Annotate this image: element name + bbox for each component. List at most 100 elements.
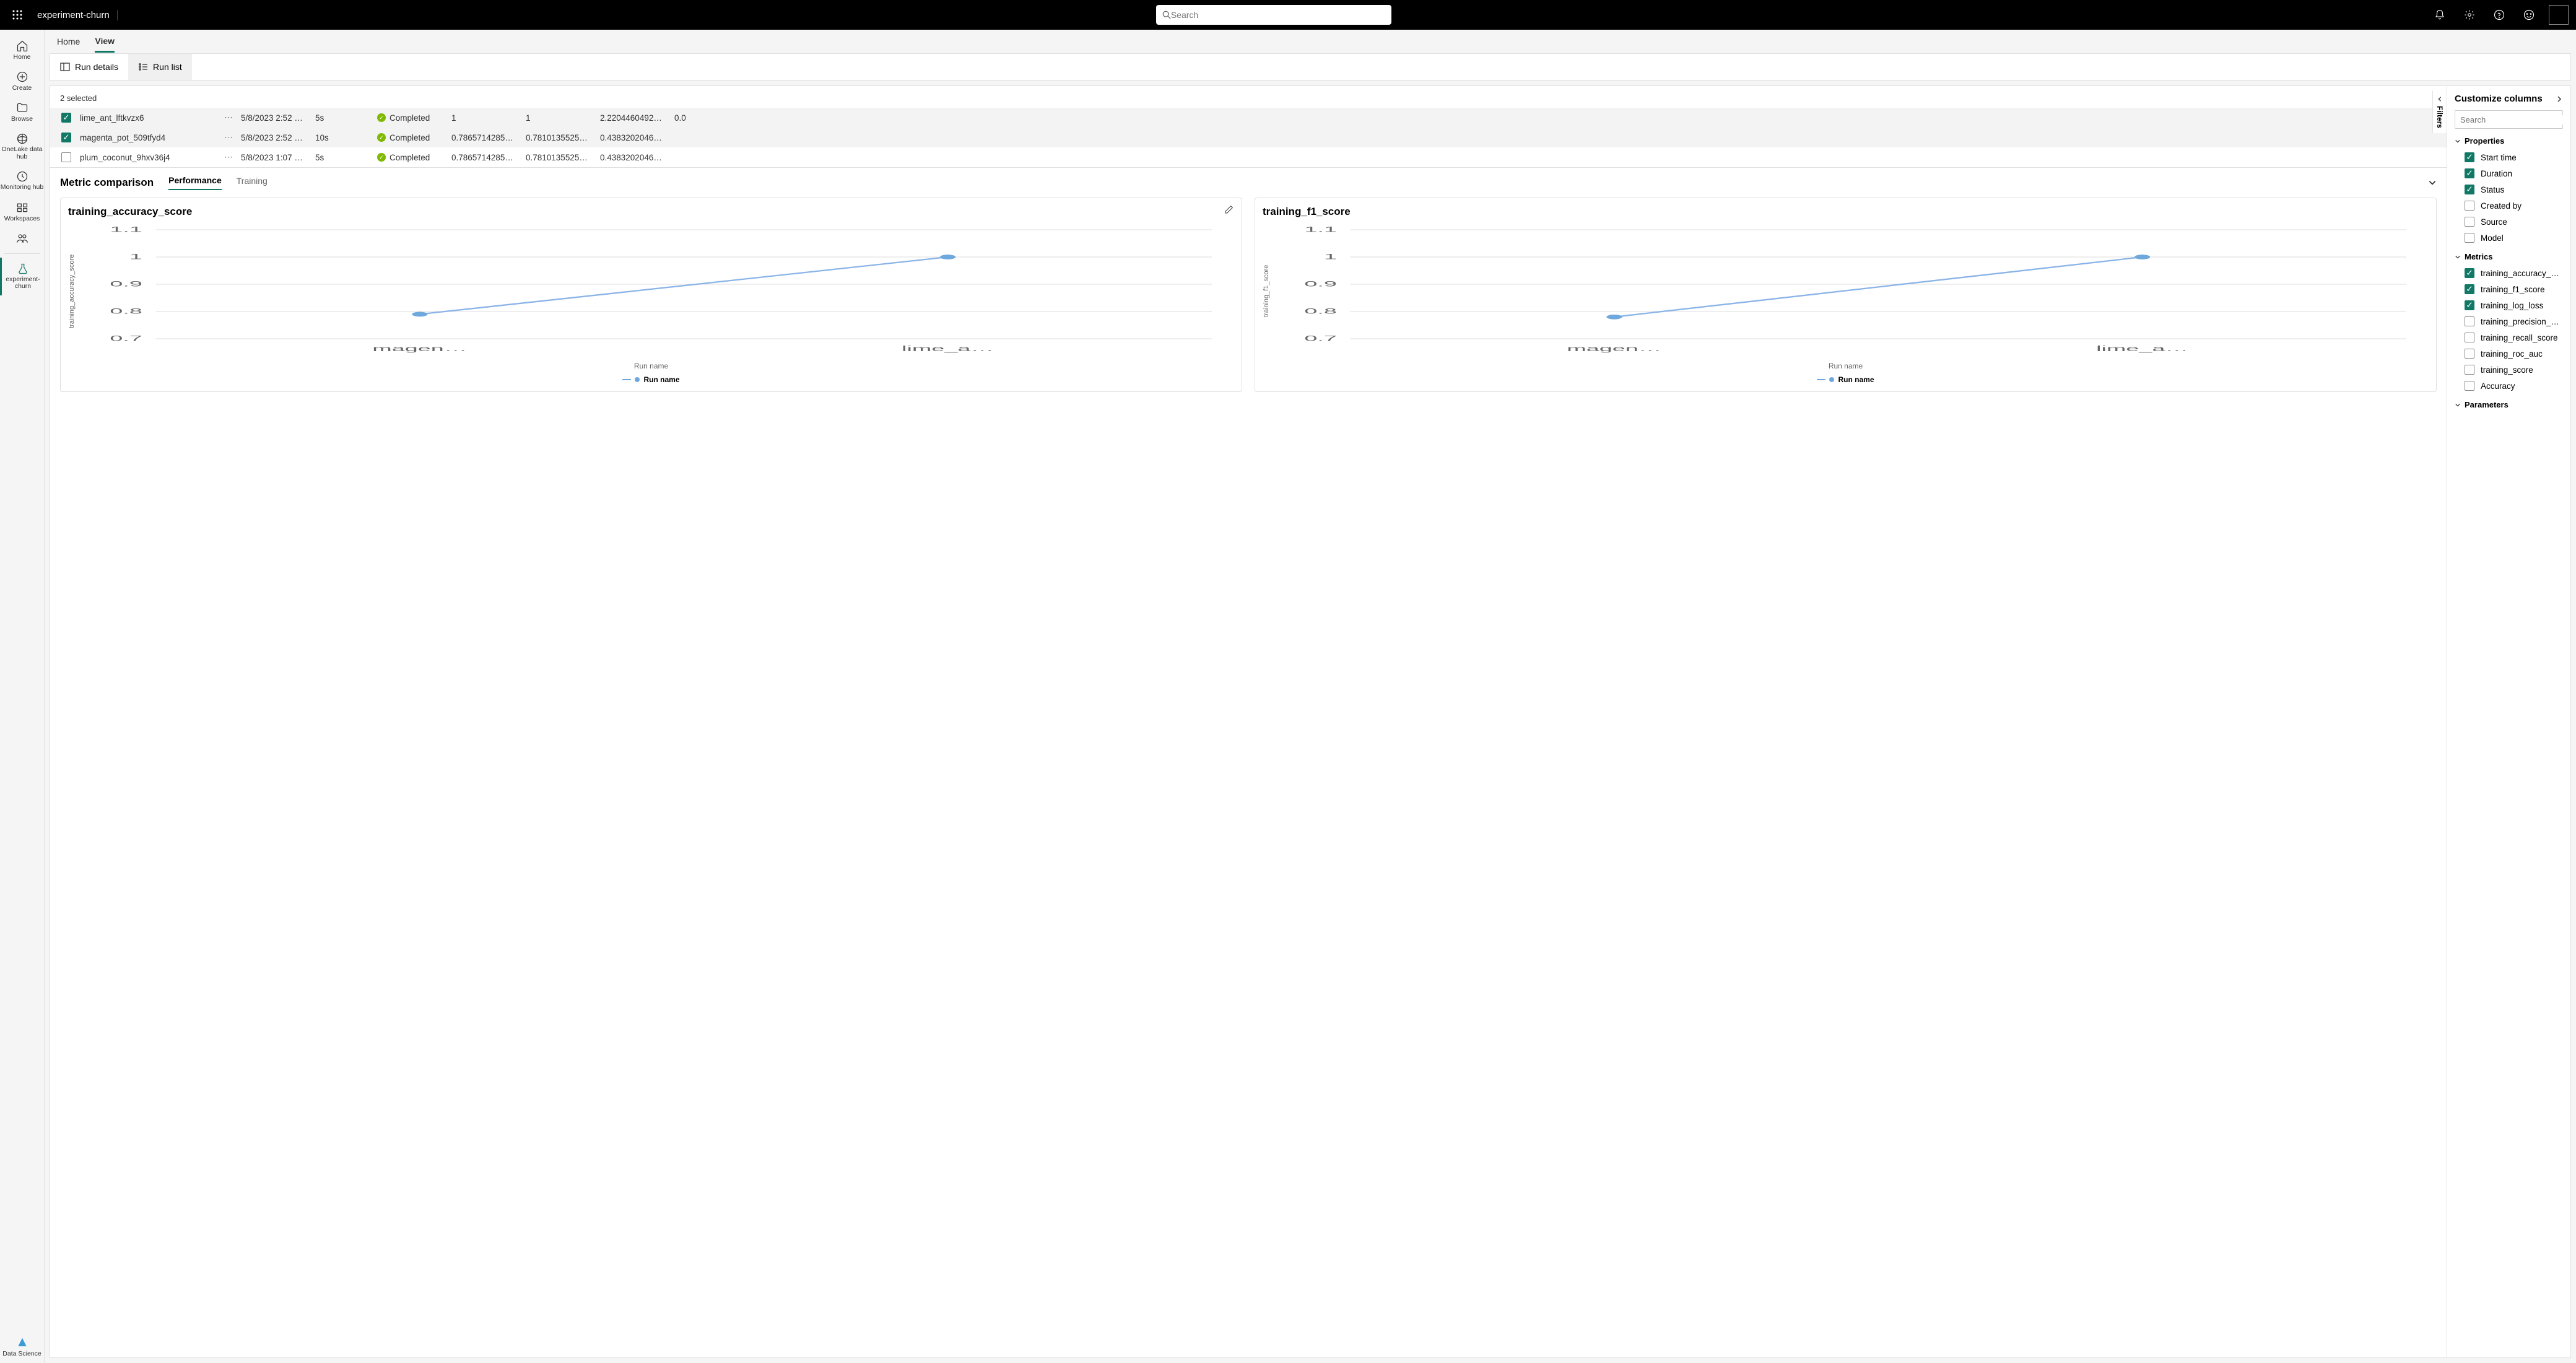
row-checkbox[interactable]: ✓ bbox=[61, 133, 71, 142]
option-checkbox[interactable] bbox=[2465, 233, 2474, 243]
column-group-header[interactable]: Properties bbox=[2455, 136, 2563, 146]
run-metric-2: 0.7810135525… bbox=[526, 153, 600, 162]
nav-data-science[interactable]: Data Science bbox=[0, 1332, 44, 1363]
metric-comparison-title: Metric comparison bbox=[60, 176, 154, 189]
notifications-icon[interactable] bbox=[2430, 5, 2450, 25]
column-option[interactable]: Model bbox=[2455, 230, 2563, 246]
column-option[interactable]: ✓Status bbox=[2455, 181, 2563, 198]
column-option[interactable]: training_score bbox=[2455, 362, 2563, 378]
column-option[interactable]: ✓training_log_loss bbox=[2455, 297, 2563, 313]
subtab-performance[interactable]: Performance bbox=[168, 175, 222, 190]
nav-monitoring[interactable]: Monitoring hub bbox=[0, 165, 44, 196]
nav-people[interactable] bbox=[0, 227, 44, 250]
row-checkbox[interactable] bbox=[61, 152, 71, 162]
option-checkbox[interactable] bbox=[2465, 365, 2474, 375]
option-checkbox[interactable] bbox=[2465, 349, 2474, 359]
column-option[interactable]: Created by bbox=[2455, 198, 2563, 214]
column-group-header[interactable]: Metrics bbox=[2455, 252, 2563, 261]
column-option[interactable]: training_precision_score bbox=[2455, 313, 2563, 329]
nav-home[interactable]: Home bbox=[0, 35, 44, 66]
option-checkbox[interactable]: ✓ bbox=[2465, 152, 2474, 162]
chevron-down-icon bbox=[2455, 138, 2461, 144]
option-label: training_f1_score bbox=[2481, 285, 2545, 294]
column-option[interactable]: ✓ training_f1_score bbox=[2455, 281, 2563, 297]
option-label: training_score bbox=[2481, 365, 2533, 375]
run-details-button[interactable]: Run details bbox=[50, 54, 128, 80]
run-status: ✓Completed bbox=[377, 153, 451, 162]
table-row[interactable]: ✓ magenta_pot_509tfyd4 ⋯ 5/8/2023 2:52 …… bbox=[50, 128, 2447, 147]
chevron-right-icon[interactable] bbox=[2556, 95, 2563, 103]
option-checkbox[interactable] bbox=[2465, 217, 2474, 227]
help-icon[interactable] bbox=[2489, 5, 2509, 25]
column-option[interactable]: ✓training_accuracy_score bbox=[2455, 265, 2563, 281]
svg-text:0.7: 0.7 bbox=[110, 334, 142, 342]
row-checkbox[interactable]: ✓ bbox=[61, 113, 71, 123]
option-label: Created by bbox=[2481, 201, 2522, 211]
global-search[interactable] bbox=[1156, 5, 1391, 25]
chart-xlabel: Run name bbox=[68, 362, 1234, 370]
column-option[interactable]: Source bbox=[2455, 214, 2563, 230]
run-metric-1: 0.7865714285… bbox=[451, 133, 526, 142]
nav-browse[interactable]: Browse bbox=[0, 97, 44, 128]
run-metric-1: 1 bbox=[451, 113, 526, 123]
run-metric-3: 0.4383202046… bbox=[600, 133, 674, 142]
user-avatar[interactable] bbox=[2549, 5, 2569, 25]
svg-text:1.1: 1.1 bbox=[110, 225, 142, 233]
chart-plot: 0.70.80.911.1magen…lime_a… bbox=[76, 223, 1234, 359]
status-success-icon: ✓ bbox=[377, 113, 386, 122]
run-metric-2: 0.7810135525… bbox=[526, 133, 600, 142]
row-menu-icon[interactable]: ⋯ bbox=[216, 113, 241, 123]
table-row[interactable]: ✓ lime_ant_lftkvzx6 ⋯ 5/8/2023 2:52 … 5s… bbox=[50, 108, 2447, 128]
column-option[interactable]: training_recall_score bbox=[2455, 329, 2563, 346]
chart-title: training_f1_score bbox=[1263, 206, 2429, 218]
feedback-icon[interactable] bbox=[2519, 5, 2539, 25]
collapse-metrics-icon[interactable] bbox=[2428, 178, 2437, 187]
edit-chart-icon[interactable] bbox=[1224, 204, 1234, 214]
filters-tab[interactable]: Filters bbox=[2432, 91, 2447, 133]
option-label: training_roc_auc bbox=[2481, 349, 2543, 359]
app-launcher-icon[interactable] bbox=[7, 5, 27, 25]
tab-home[interactable]: Home bbox=[57, 32, 80, 51]
svg-text:magen…: magen… bbox=[372, 344, 467, 352]
column-option[interactable]: ✓Duration bbox=[2455, 165, 2563, 181]
column-group-header[interactable]: Parameters bbox=[2455, 400, 2563, 409]
settings-icon[interactable] bbox=[2460, 5, 2479, 25]
run-name: lime_ant_lftkvzx6 bbox=[80, 113, 216, 123]
nav-onelake[interactable]: OneLake data hub bbox=[0, 128, 44, 165]
run-name: magenta_pot_509tfyd4 bbox=[80, 133, 216, 142]
customize-search[interactable] bbox=[2455, 110, 2563, 129]
search-icon bbox=[1162, 11, 1171, 19]
customize-columns-panel: Customize columns Properties✓Start time✓… bbox=[2447, 85, 2571, 1358]
option-checkbox[interactable]: ✓ bbox=[2465, 284, 2474, 294]
table-row[interactable]: plum_coconut_9hxv36j4 ⋯ 5/8/2023 1:07 … … bbox=[50, 147, 2447, 167]
svg-text:0.7: 0.7 bbox=[1304, 334, 1337, 342]
column-option[interactable]: Accuracy bbox=[2455, 378, 2563, 394]
svg-text:0.9: 0.9 bbox=[1304, 280, 1337, 288]
option-checkbox[interactable]: ✓ bbox=[2465, 268, 2474, 278]
chart-card: training_f1_score training_f1_score 0.70… bbox=[1255, 198, 2437, 392]
tab-view[interactable]: View bbox=[95, 31, 115, 53]
global-search-input[interactable] bbox=[1171, 10, 1385, 20]
row-menu-icon[interactable]: ⋯ bbox=[216, 133, 241, 142]
run-list-button[interactable]: Run list bbox=[128, 54, 192, 80]
customize-search-input[interactable] bbox=[2460, 115, 2569, 124]
nav-create[interactable]: Create bbox=[0, 66, 44, 97]
run-time: 5/8/2023 1:07 … bbox=[241, 153, 315, 162]
column-option[interactable]: ✓Start time bbox=[2455, 149, 2563, 165]
run-duration: 10s bbox=[315, 133, 377, 142]
option-checkbox[interactable] bbox=[2465, 316, 2474, 326]
option-checkbox[interactable] bbox=[2465, 201, 2474, 211]
option-checkbox[interactable] bbox=[2465, 333, 2474, 342]
subtab-training[interactable]: Training bbox=[237, 176, 268, 189]
column-option[interactable]: training_roc_auc bbox=[2455, 346, 2563, 362]
runs-table: ✓ lime_ant_lftkvzx6 ⋯ 5/8/2023 2:52 … 5s… bbox=[50, 108, 2447, 167]
option-checkbox[interactable]: ✓ bbox=[2465, 168, 2474, 178]
run-name: plum_coconut_9hxv36j4 bbox=[80, 153, 216, 162]
option-checkbox[interactable]: ✓ bbox=[2465, 185, 2474, 194]
run-metric-2: 1 bbox=[526, 113, 600, 123]
nav-workspaces[interactable]: Workspaces bbox=[0, 196, 44, 227]
option-checkbox[interactable]: ✓ bbox=[2465, 300, 2474, 310]
row-menu-icon[interactable]: ⋯ bbox=[216, 152, 241, 162]
option-checkbox[interactable] bbox=[2465, 381, 2474, 391]
nav-experiment-churn[interactable]: experiment-churn bbox=[0, 258, 44, 295]
